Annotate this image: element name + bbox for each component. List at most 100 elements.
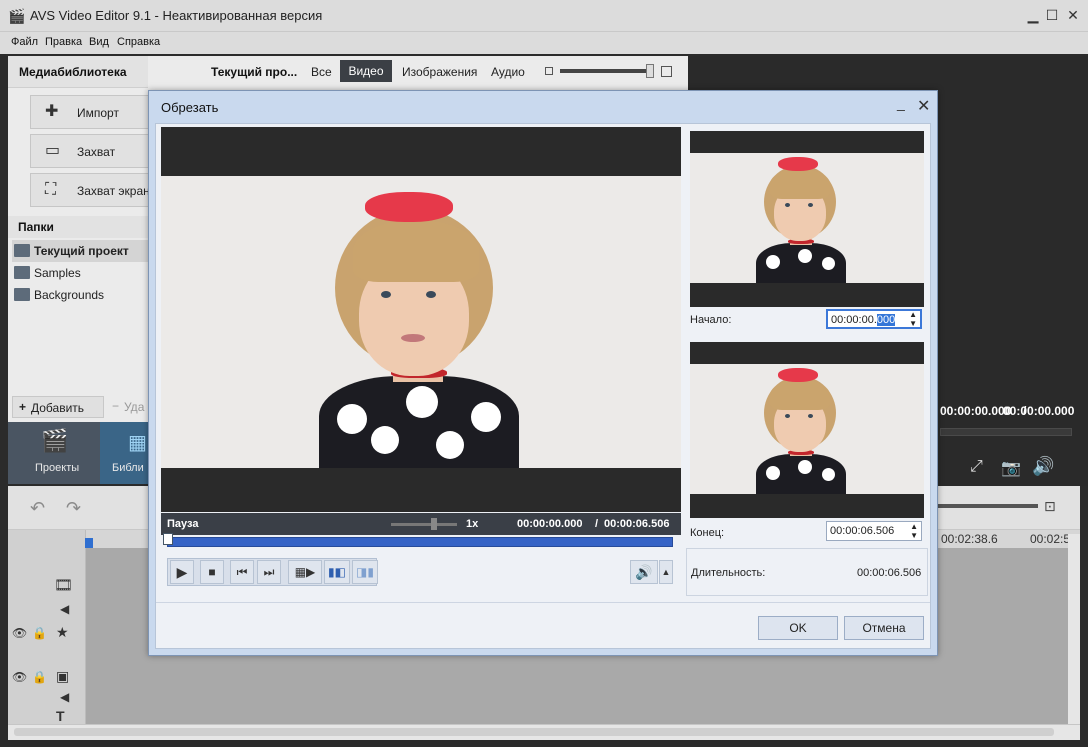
preview-time-total: 00:00:00.000 [1003, 404, 1075, 418]
trim-progress-bar[interactable] [167, 537, 673, 547]
volume-dropdown-arrow[interactable]: ▲ [659, 560, 673, 584]
set-end-marker-button[interactable]: ◨▮ [352, 560, 378, 584]
thumb-size-slider-handle[interactable] [646, 64, 654, 78]
video-track-icon: 🎞 [54, 577, 74, 594]
tab-library-label: Библи [112, 462, 144, 474]
stop-button[interactable]: ■ [200, 560, 224, 584]
menu-file[interactable]: Файл [11, 36, 38, 48]
lock-icon[interactable]: 🔒 [32, 670, 47, 684]
end-frame-preview [690, 342, 924, 518]
screen-capture-button[interactable]: ⛶ Захват экрана [30, 173, 160, 207]
trim-progress-handle[interactable] [163, 533, 173, 545]
start-label: Начало: [690, 314, 732, 326]
play-button[interactable]: ▶ [170, 560, 194, 584]
filter-images[interactable]: Изображения [402, 65, 477, 79]
large-thumb-icon[interactable] [661, 66, 672, 77]
snapshot-icon[interactable]: 📷 [1001, 458, 1021, 478]
spin-arrows-icon[interactable]: ▲ ▼ [910, 522, 918, 540]
folder-samples[interactable]: Samples [12, 262, 150, 284]
delete-folder-button[interactable]: − Уда [108, 396, 148, 418]
filter-video[interactable]: Видео [340, 60, 392, 82]
redo-icon[interactable]: ↷ [66, 498, 81, 519]
ruler-mark-b: 00:02:5 [1030, 532, 1071, 546]
eye-icon[interactable]: 👁 [12, 670, 27, 684]
end-time-field[interactable]: 00:00:06.506 ▲ ▼ [826, 521, 922, 541]
dialog-body: Пауза 1x 00:00:00.000 / 00:00:06.506 ▶ ■… [155, 123, 931, 649]
dialog-close-icon[interactable]: ✕ [917, 96, 930, 116]
time-separator: / [595, 518, 599, 530]
timeline-playhead[interactable] [85, 538, 93, 548]
dialog-minimize-icon[interactable]: _ [897, 95, 905, 111]
plus-icon: + [19, 400, 27, 414]
overlay-track-icon: ▣ [56, 668, 70, 684]
menu-help[interactable]: Справка [117, 36, 160, 48]
dialog-time-total: 00:00:06.506 [604, 518, 670, 530]
previous-frame-button[interactable]: ⏮ [230, 560, 254, 584]
screen-capture-icon: ⛶ [45, 181, 57, 198]
spin-arrows-icon[interactable]: ▲ ▼ [909, 310, 917, 328]
close-icon[interactable]: ✕ [1064, 6, 1082, 24]
filter-all[interactable]: Все [311, 65, 332, 79]
capture-label: Захват [77, 145, 116, 159]
end-label: Конец: [690, 527, 725, 539]
minimize-icon[interactable]: ▁ [1024, 6, 1042, 24]
fullscreen-icon[interactable]: ⤢ [970, 458, 983, 476]
preview-time-current: 00:00:00.000 [940, 404, 1012, 418]
set-start-marker-button[interactable]: ▮◧ [324, 560, 350, 584]
folder-icon [14, 266, 30, 279]
current-project-tab[interactable]: Текущий про... [211, 65, 297, 79]
folder-label: Samples [34, 266, 81, 280]
menu-view[interactable]: Вид [89, 36, 109, 48]
audio-track-icon: ◀ [60, 602, 70, 616]
add-folder-button[interactable]: + Добавить [12, 396, 104, 418]
video-preview [161, 127, 681, 512]
maximize-icon[interactable]: ☐ [1043, 6, 1061, 24]
ok-button[interactable]: OK [758, 616, 838, 640]
thumb-size-slider[interactable] [560, 69, 652, 73]
plus-icon: ✚ [45, 103, 59, 120]
eye-icon[interactable]: 👁 [12, 626, 27, 640]
clapper-icon: 🎬 [41, 428, 69, 453]
next-frame-button[interactable]: ⏭ [257, 560, 281, 584]
folders-title: Папки [18, 220, 54, 234]
speed-slider-handle[interactable] [431, 518, 437, 530]
effects-track-icon: ★ [56, 624, 69, 640]
delete-folder-label: Уда [124, 400, 145, 414]
volume-icon[interactable]: 🔊 [1032, 456, 1054, 477]
capture-button[interactable]: ▭ Захват [30, 134, 160, 168]
filter-audio[interactable]: Аудио [491, 65, 525, 79]
playback-status: Пауза [167, 518, 199, 530]
lock-icon[interactable]: 🔒 [32, 626, 47, 640]
volume-button[interactable]: 🔊 [630, 560, 658, 584]
import-label: Импорт [77, 106, 119, 120]
cancel-button[interactable]: Отмена [844, 616, 924, 640]
window-title: AVS Video Editor 9.1 - Неактивированная … [30, 8, 323, 23]
scrollbar-thumb[interactable] [14, 728, 1054, 736]
audio-track-icon: ◀ [60, 690, 70, 704]
fit-timeline-icon[interactable]: ⊡ [1044, 498, 1056, 515]
end-frame-image [690, 364, 924, 494]
start-time-field[interactable]: 00:00:00.000 ▲ ▼ [826, 309, 922, 329]
folder-label: Текущий проект [34, 244, 129, 258]
play-selection-button[interactable]: ▦▶ [288, 560, 322, 584]
tab-projects-label: Проекты [35, 462, 80, 474]
start-time-selected: 000 [876, 314, 896, 326]
speed-slider[interactable] [391, 523, 457, 526]
folder-current-project[interactable]: Текущий проект [12, 240, 150, 262]
menu-edit[interactable]: Правка [45, 36, 82, 48]
import-button[interactable]: ✚ Импорт [30, 95, 160, 129]
timeline-vertical-scrollbar[interactable] [1068, 534, 1080, 724]
timeline-horizontal-scrollbar[interactable] [8, 724, 1080, 740]
end-time-value: 00:00:06.506 [830, 525, 895, 537]
undo-icon[interactable]: ↶ [30, 498, 45, 519]
zoom-slider[interactable] [938, 504, 1038, 508]
folder-icon [14, 244, 30, 257]
duration-label: Длительность: [691, 567, 766, 579]
film-icon: ▦ [128, 432, 147, 454]
folder-icon [14, 288, 30, 301]
dialog-time-current: 00:00:00.000 [517, 518, 583, 530]
small-thumb-icon[interactable] [545, 67, 553, 75]
folder-backgrounds[interactable]: Backgrounds [12, 284, 150, 306]
preview-progress-bar[interactable] [940, 428, 1072, 436]
tab-projects[interactable]: 🎬 Проекты [8, 422, 100, 484]
